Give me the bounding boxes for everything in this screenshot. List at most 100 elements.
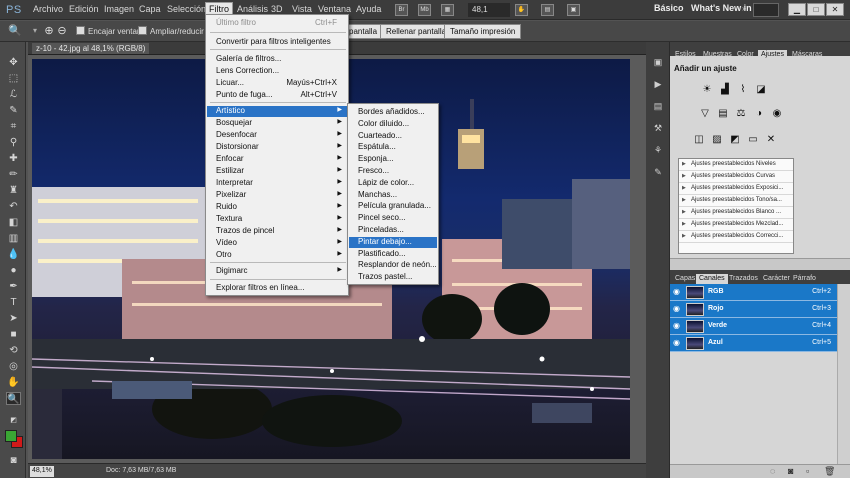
- artistic-item-lapiz-de-color[interactable]: Lápiz de color...: [349, 178, 437, 189]
- dodge-tool-icon[interactable]: ●: [6, 264, 21, 277]
- workspace-basico[interactable]: Básico: [654, 3, 684, 13]
- eraser-tool-icon[interactable]: ◧: [6, 216, 21, 229]
- invert-icon[interactable]: ◫: [692, 134, 706, 146]
- menu-seleccion[interactable]: Selección: [164, 3, 209, 17]
- default-colors-icon[interactable]: ◩: [6, 414, 21, 427]
- artistic-item-cuarteado[interactable]: Cuarteado...: [349, 131, 437, 142]
- filter-menu-item-textura[interactable]: Textura ▶: [207, 214, 347, 225]
- healing-brush-tool-icon[interactable]: ✚: [6, 152, 21, 165]
- artistic-item-manchas[interactable]: Manchas...: [349, 190, 437, 201]
- document-tab[interactable]: z-10 - 42.jpg al 48,1% (RGB/8): [32, 43, 150, 54]
- clone-source-icon[interactable]: ⚘: [651, 144, 665, 157]
- curves-icon[interactable]: ⌇: [736, 84, 750, 96]
- filter-menu-item-enfocar[interactable]: Enfocar ▶: [207, 154, 347, 165]
- filter-menu-item-video[interactable]: Vídeo ▶: [207, 238, 347, 249]
- eye-icon[interactable]: ◉: [673, 287, 683, 297]
- tab-estilos[interactable]: Estilos: [672, 50, 699, 62]
- hand-view-icon[interactable]: ✋: [515, 4, 528, 16]
- zoom-level-field[interactable]: 48,1: [468, 3, 510, 17]
- artistic-item-trazos-pastel[interactable]: Trazos pastel...: [349, 272, 437, 283]
- gradient-tool-icon[interactable]: ▥: [6, 232, 21, 245]
- brush-panel-icon[interactable]: ✎: [651, 166, 665, 179]
- path-selection-tool-icon[interactable]: ➤: [6, 312, 21, 325]
- menu-edicion[interactable]: Edición: [66, 3, 102, 17]
- grid-icon[interactable]: ▦: [441, 4, 454, 16]
- blur-tool-icon[interactable]: 💧: [6, 248, 21, 261]
- zoom-tool-icon[interactable]: 🔍: [8, 24, 22, 38]
- history-panel-icon[interactable]: ▣: [651, 56, 665, 69]
- channels-scrollbar[interactable]: [837, 284, 850, 464]
- channel-row-verde[interactable]: ◉ Verde Ctrl+4: [670, 318, 837, 335]
- arrange-documents-icon[interactable]: ▤: [541, 4, 554, 16]
- zoom-tool-icon[interactable]: 🔍: [6, 392, 21, 405]
- load-selection-icon[interactable]: ◌: [770, 466, 775, 476]
- history-brush-tool-icon[interactable]: ↶: [6, 200, 21, 213]
- save-selection-icon[interactable]: ◙: [788, 466, 793, 476]
- eye-icon[interactable]: ◉: [673, 304, 683, 314]
- quick-mask-icon[interactable]: ◙: [6, 454, 21, 467]
- eyedropper-tool-icon[interactable]: ⚲: [6, 136, 21, 149]
- black-white-icon[interactable]: ◑: [752, 108, 766, 120]
- preset-item[interactable]: Ajustes preestablecidos Mezclad...: [679, 219, 793, 231]
- filter-menu-item-ruido[interactable]: Ruido ▶: [207, 202, 347, 213]
- filter-menu-item-distorsionar[interactable]: Distorsionar ▶: [207, 142, 347, 153]
- artistic-item-bordes-anadidos[interactable]: Bordes añadidos...: [349, 107, 437, 118]
- artistic-item-pintar-debajo[interactable]: Pintar debajo...: [349, 236, 437, 248]
- filter-menu-item-explorar-filtros-en-linea[interactable]: Explorar filtros en línea...: [207, 283, 347, 294]
- menu-capa[interactable]: Capa: [136, 3, 164, 17]
- filter-menu-item-lens-correction[interactable]: Lens Correction...: [207, 66, 347, 77]
- artistic-item-pelicula-granulada[interactable]: Película granulada...: [349, 201, 437, 212]
- fit-window-checkbox[interactable]: Encajar ventana: [76, 26, 146, 38]
- filter-menu-item-licuar[interactable]: Licuar... Mayús+Ctrl+X: [207, 78, 347, 89]
- type-tool-icon[interactable]: T: [6, 296, 21, 309]
- move-tool-icon[interactable]: ✥: [6, 56, 21, 69]
- eye-icon[interactable]: ◉: [673, 321, 683, 331]
- preset-item[interactable]: Ajustes preestablecidos Tono/sa...: [679, 195, 793, 207]
- lasso-tool-icon[interactable]: ℒ: [6, 88, 21, 101]
- 3d-orbit-tool-icon[interactable]: ◎: [6, 360, 21, 373]
- preset-item[interactable]: Ajustes preestablecidos Niveles: [679, 159, 793, 171]
- gradient-map-icon[interactable]: ▭: [746, 134, 760, 146]
- filter-menu-item-estilizar[interactable]: Estilizar ▶: [207, 166, 347, 177]
- hue-saturation-icon[interactable]: ▤: [716, 108, 730, 120]
- delete-channel-icon[interactable]: 🗑: [824, 466, 835, 477]
- artistic-item-plastificado[interactable]: Plastificado...: [349, 249, 437, 260]
- workspace-chevron-icon[interactable]: »: [742, 4, 746, 13]
- menu-imagen[interactable]: Imagen: [101, 3, 137, 17]
- minibridge-icon[interactable]: Mb: [418, 4, 431, 16]
- filter-menu-item-convertir-para-filtros-inteligentes[interactable]: Convertir para filtros inteligentes: [207, 37, 347, 48]
- zoom-in-icon[interactable]: ⊕: [42, 24, 56, 38]
- crop-tool-icon[interactable]: ⌗: [6, 120, 21, 133]
- threshold-icon[interactable]: ◩: [728, 134, 742, 146]
- tab-ajustes[interactable]: Ajustes: [758, 50, 787, 62]
- 3d-rotate-tool-icon[interactable]: ⟲: [6, 344, 21, 357]
- selective-color-icon[interactable]: ✕: [764, 134, 778, 146]
- color-balance-icon[interactable]: ⚖: [734, 108, 748, 120]
- cs-live-search[interactable]: [753, 3, 779, 17]
- zoom-out-icon[interactable]: ⊖: [55, 24, 69, 38]
- filter-menu-item-interpretar[interactable]: Interpretar ▶: [207, 178, 347, 189]
- quick-selection-tool-icon[interactable]: ✎: [6, 104, 21, 117]
- vibrance-icon[interactable]: ▽: [698, 108, 712, 120]
- tool-preset-chevron-icon[interactable]: ▾: [28, 24, 42, 38]
- channel-row-rojo[interactable]: ◉ Rojo Ctrl+3: [670, 301, 837, 318]
- filter-menu-item-bosquejar[interactable]: Bosquejar ▶: [207, 118, 347, 129]
- shape-tool-icon[interactable]: ■: [6, 328, 21, 341]
- artistic-item-pinceladas[interactable]: Pinceladas...: [349, 225, 437, 236]
- filter-menu-item-desenfocar[interactable]: Desenfocar ▶: [207, 130, 347, 141]
- eye-icon[interactable]: ◉: [673, 338, 683, 348]
- minimize-button[interactable]: ▁: [788, 3, 806, 16]
- filter-menu-item-trazos-de-pincel[interactable]: Trazos de pincel ▶: [207, 226, 347, 237]
- clone-stamp-tool-icon[interactable]: ♜: [6, 184, 21, 197]
- posterize-icon[interactable]: ▨: [710, 134, 724, 146]
- actions-panel-icon[interactable]: ▶: [651, 78, 665, 91]
- filter-menu-item-digimarc[interactable]: Digimarc ▶: [207, 266, 347, 277]
- filter-menu-item-pixelizar[interactable]: Pixelizar ▶: [207, 190, 347, 201]
- exposure-icon[interactable]: ◪: [754, 84, 768, 96]
- bridge-icon[interactable]: Br: [395, 4, 408, 16]
- tab-muestras[interactable]: Muestras: [700, 50, 735, 62]
- filter-menu-item-punto-de-fuga[interactable]: Punto de fuga... Alt+Ctrl+V: [207, 90, 347, 101]
- artistic-item-fresco[interactable]: Fresco...: [349, 166, 437, 177]
- preset-item[interactable]: Ajustes preestablecidos Correcci...: [679, 231, 793, 243]
- preset-item[interactable]: Ajustes preestablecidos Blanco ...: [679, 207, 793, 219]
